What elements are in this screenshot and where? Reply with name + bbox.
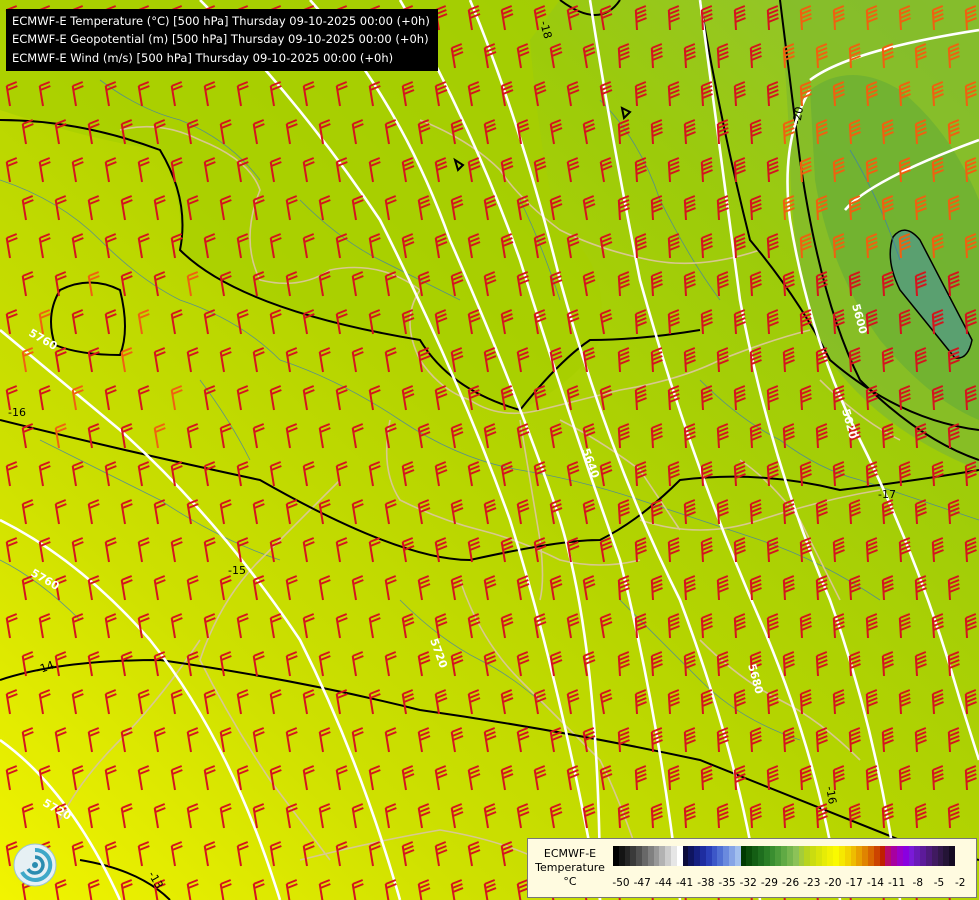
legend-tick-label: -50 <box>612 877 630 889</box>
header-temperature-line: ECMWF-E Temperature (°C) [500 hPa] Thurs… <box>12 14 430 28</box>
ecmwf-logo-icon <box>13 843 57 887</box>
temperature-label: -16 <box>8 406 26 419</box>
legend-tick-label: -35 <box>718 877 736 889</box>
legend-tick-label: -44 <box>654 877 672 889</box>
legend-title: ECMWF-E Temperature °C <box>530 847 610 889</box>
legend-tick-label: -26 <box>782 877 800 889</box>
legend-tick-label: -11 <box>888 877 906 889</box>
legend-tick-label: -41 <box>676 877 694 889</box>
legend-tick-label: -23 <box>803 877 821 889</box>
legend-tick-label: -32 <box>739 877 757 889</box>
weather-map: 57605720568056405620560057605720-18-20-1… <box>0 0 979 900</box>
legend-tick-label: -29 <box>760 877 778 889</box>
header-geopotential-line: ECMWF-E Geopotential (m) [500 hPa] Thurs… <box>12 32 429 47</box>
header-wind-line: ECMWF-E Wind (m/s) [500 hPa] Thursday 09… <box>12 50 394 65</box>
temperature-legend: ECMWF-E Temperature °C -50 -47 -44 -41 -38 -3… <box>527 838 977 898</box>
legend-tick-label: -47 <box>633 877 651 889</box>
legend-swatch <box>949 846 956 866</box>
legend-tick-label: -8 <box>912 877 924 889</box>
legend-tick-label: -5 <box>933 877 945 889</box>
legend-tick-label: -2 <box>954 877 966 889</box>
legend-tick-label: -38 <box>697 877 715 889</box>
temperature-label: -17 <box>878 488 896 501</box>
legend-ticks: -50 -47 -44 -41 -38 -35 -32 -29 -26 -23 -20 -17 -14-… <box>612 877 973 891</box>
legend-unit: °C <box>563 875 577 888</box>
legend-tick-label: -20 <box>824 877 842 889</box>
legend-tick-label: -17 <box>845 877 863 889</box>
temperature-label: -15 <box>228 564 246 577</box>
legend-tick-label: -14 <box>866 877 884 889</box>
legend-color-bar <box>613 846 956 866</box>
map-header: ECMWF-E Temperature (°C) [500 hPa] Thurs… <box>6 9 438 71</box>
